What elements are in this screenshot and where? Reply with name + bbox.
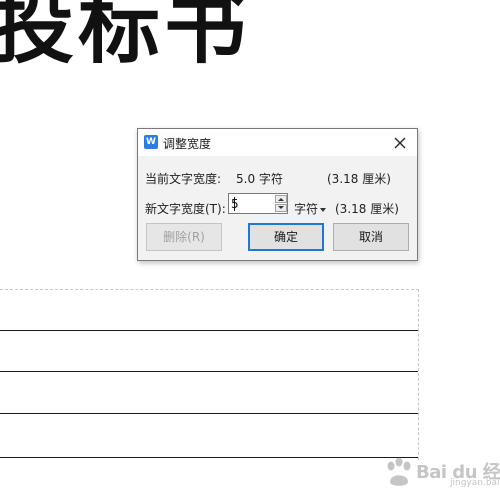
spin-up-icon	[278, 198, 284, 201]
new-width-input[interactable]	[231, 195, 271, 212]
table-row-line	[0, 457, 418, 458]
baidu-paw-icon	[387, 457, 411, 486]
unit-dropdown[interactable]: 字符	[294, 200, 327, 217]
stepper-buttons	[275, 195, 287, 212]
table-row-line	[0, 371, 418, 372]
adjust-width-dialog: W 调整宽度 当前文字宽度: 5.0 字符 (3.18 厘米) 新文字宽度(T)…	[137, 128, 418, 261]
close-icon	[394, 137, 406, 149]
baidu-watermark: Bai du 经验 jingyan.baidu.com	[382, 454, 500, 492]
new-width-stepper	[228, 193, 288, 214]
document-title: 投标书	[0, 0, 251, 75]
ok-button[interactable]: 确定	[248, 223, 324, 251]
close-button[interactable]	[390, 133, 410, 153]
dialog-title: 调整宽度	[163, 137, 212, 151]
current-width-label: 当前文字宽度:	[145, 172, 222, 186]
spin-down-icon	[278, 206, 284, 209]
chevron-down-icon	[320, 207, 327, 212]
unit-label: 字符	[294, 202, 319, 216]
spin-down-button[interactable]	[275, 204, 287, 212]
new-width-label: 新文字宽度(T):	[145, 202, 226, 216]
current-width-cm: (3.18 厘米)	[327, 172, 391, 186]
delete-button[interactable]: 删除(R)	[146, 223, 222, 251]
new-width-cm: (3.18 厘米)	[335, 202, 399, 216]
table-boundary	[0, 289, 419, 460]
document-page: 投标书 Bai du 经验 jingyan.baidu.com W 调整宽度 当…	[0, 0, 500, 500]
text-cursor	[234, 197, 235, 211]
wps-writer-icon: W	[144, 135, 158, 149]
current-width-value: 5.0 字符	[236, 172, 283, 186]
dialog-title-bar[interactable]: W 调整宽度	[138, 129, 417, 156]
watermark-url: jingyan.baidu.com	[450, 478, 500, 488]
table-row-line	[0, 330, 418, 331]
cancel-button[interactable]: 取消	[333, 223, 409, 251]
spin-up-button[interactable]	[275, 195, 287, 203]
table-row-line	[0, 413, 418, 414]
